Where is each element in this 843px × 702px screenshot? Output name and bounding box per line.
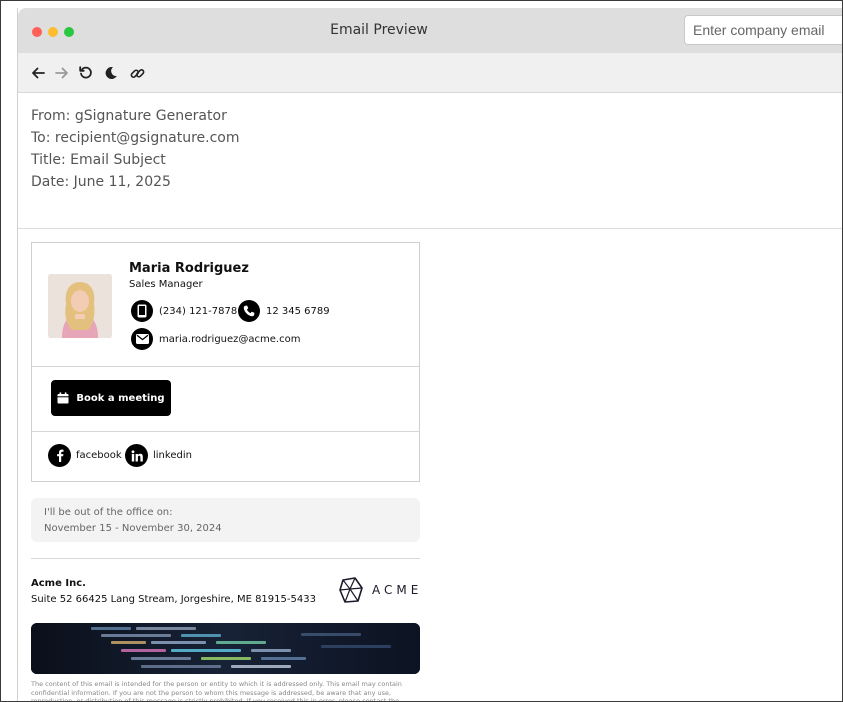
signature-main-row: Maria Rodriguez Sales Manager (234) 121-…	[32, 243, 419, 367]
toolbar	[18, 53, 842, 93]
company-name: Acme Inc.	[31, 578, 86, 589]
mobile-contact[interactable]: (234) 121-7878	[131, 300, 237, 322]
book-meeting-button[interactable]: Book a meeting	[51, 380, 171, 416]
linkedin-label: linkedin	[153, 450, 192, 461]
social-links-row: facebook linkedin	[32, 432, 419, 481]
email-address: maria.rodriguez@acme.com	[159, 333, 301, 345]
title-bar: Email Preview	[18, 8, 842, 53]
signature-cta-row: Book a meeting	[32, 366, 419, 432]
linkedin-link[interactable]: linkedin	[125, 444, 192, 467]
header-divider	[18, 228, 842, 229]
calendar-icon	[57, 392, 69, 404]
company-divider	[31, 558, 420, 559]
moon-icon	[105, 67, 117, 80]
facebook-link[interactable]: facebook	[48, 444, 122, 467]
window-title: Email Preview	[330, 22, 428, 38]
out-of-office-box: I'll be out of the office on: November 1…	[31, 498, 420, 542]
out-of-office-dates: November 15 - November 30, 2024	[44, 523, 222, 534]
phone-number: 12 345 6789	[266, 305, 330, 317]
out-of-office-label: I'll be out of the office on:	[44, 507, 173, 518]
logo-text: ACME	[372, 583, 423, 597]
copy-link-button[interactable]	[128, 64, 146, 82]
refresh-icon	[79, 66, 92, 79]
subject-line: Title: Email Subject	[31, 152, 166, 168]
email-disclaimer: The content of this email is intended fo…	[31, 680, 402, 702]
phone-icon	[238, 300, 260, 322]
email-preview-window: Email Preview From: gSignature Generator…	[17, 8, 842, 702]
from-line: From: gSignature Generator	[31, 108, 227, 124]
envelope-icon	[131, 328, 153, 350]
refresh-button[interactable]	[77, 64, 95, 82]
linkedin-icon	[125, 444, 148, 467]
mobile-phone-icon	[131, 300, 153, 322]
profile-photo	[48, 274, 112, 338]
email-contact[interactable]: maria.rodriguez@acme.com	[131, 328, 300, 350]
book-meeting-label: Book a meeting	[76, 392, 165, 404]
to-line: To: recipient@gsignature.com	[31, 130, 240, 146]
back-button[interactable]	[29, 64, 47, 82]
facebook-label: facebook	[76, 450, 122, 461]
company-banner-image	[31, 623, 420, 674]
signature-name: Maria Rodriguez	[129, 261, 249, 276]
arrow-right-icon	[55, 67, 68, 79]
company-address: Suite 52 66425 Lang Stream, Jorgeshire, …	[31, 594, 316, 605]
arrow-left-icon	[32, 67, 45, 79]
acme-logo-icon	[339, 577, 363, 603]
screenshot-frame: Email Preview From: gSignature Generator…	[0, 0, 843, 702]
company-logo: ACME	[338, 576, 422, 604]
facebook-icon	[48, 444, 71, 467]
signature-card: Maria Rodriguez Sales Manager (234) 121-…	[31, 242, 420, 482]
date-line: Date: June 11, 2025	[31, 174, 171, 190]
signature-role: Sales Manager	[129, 279, 203, 290]
phone-contact[interactable]: 12 345 6789	[238, 300, 330, 322]
company-email-input[interactable]	[684, 15, 842, 45]
forward-button[interactable]	[53, 64, 71, 82]
mobile-number: (234) 121-7878	[159, 305, 238, 317]
email-headers: From: gSignature Generator To: recipient…	[31, 105, 240, 193]
dark-mode-button[interactable]	[102, 64, 120, 82]
link-icon	[130, 68, 144, 78]
